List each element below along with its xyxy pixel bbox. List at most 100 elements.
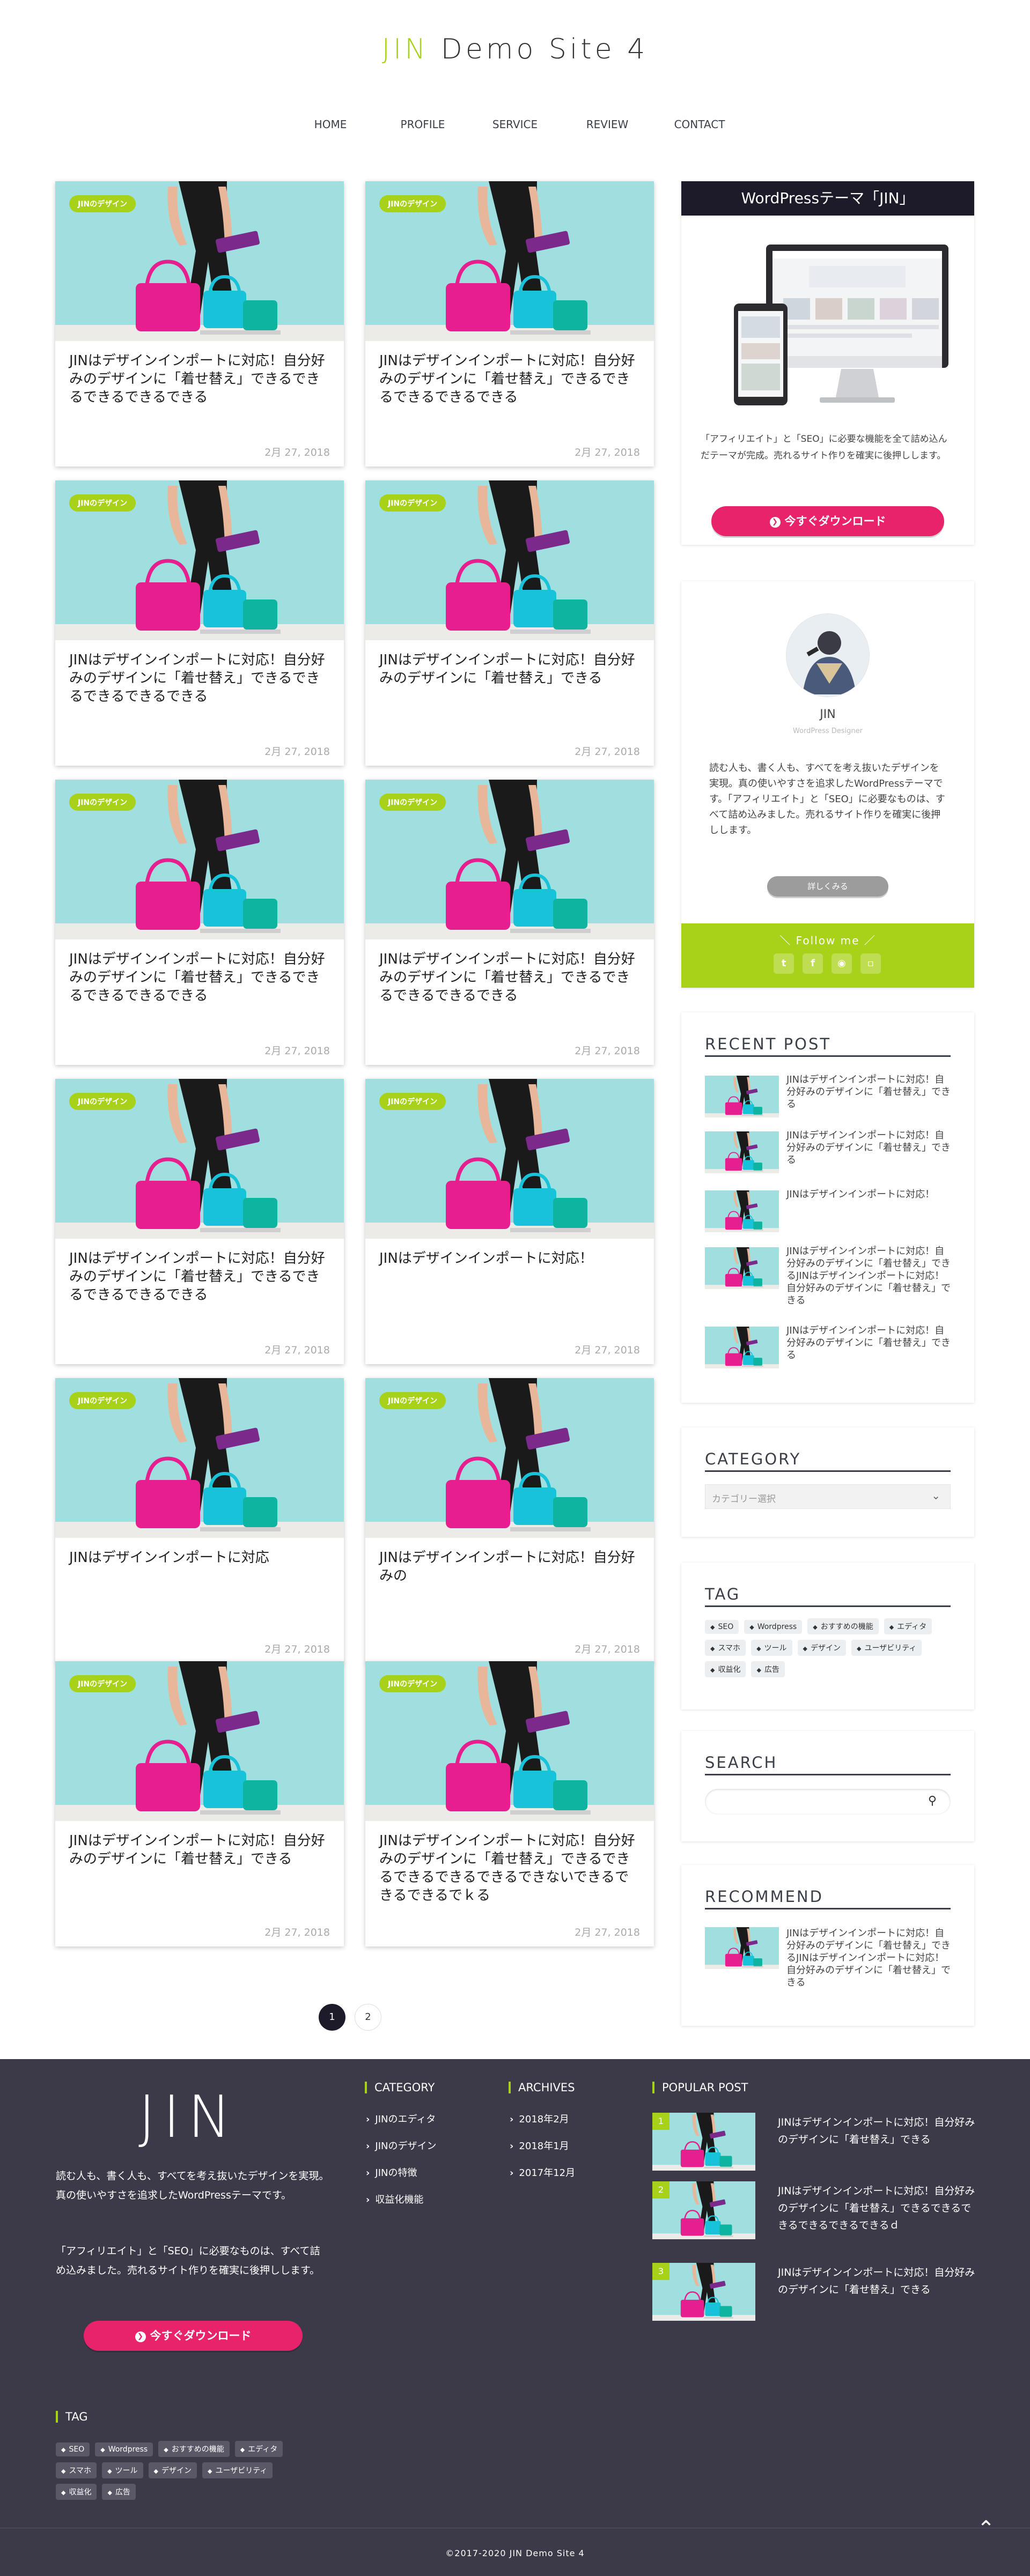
popular-thumbnail[interactable]: 2: [652, 2181, 755, 2239]
recent-thumbnail[interactable]: [705, 1327, 779, 1368]
search-icon[interactable]: ⚲: [928, 1794, 937, 1808]
popular-title[interactable]: JINはデザインインポートに対応！自分好みのデザインに「着せ替え」できるできるで…: [778, 2182, 976, 2234]
post-card[interactable]: JINのデザイン JINはデザインインポートに対応！自分好みのデザインに「着せ替え…: [365, 480, 654, 766]
post-title[interactable]: JINはデザインインポートに対応！自分好みのデザインに「着せ替え」できるできるで…: [69, 352, 330, 406]
footer-tag-link[interactable]: おすすめの機能: [158, 2441, 230, 2457]
promo-download-button[interactable]: ❯ 今すぐダウンロード: [711, 506, 944, 536]
footer-archive-link[interactable]: 2017年12月: [510, 2165, 575, 2179]
nav-contact[interactable]: CONTACT: [653, 118, 746, 131]
post-card[interactable]: JINのデザイン JINはデザインインポートに対応！自分好みの 2月 27, 201…: [365, 1378, 654, 1663]
post-title[interactable]: JINはデザインインポートに対応！自分好みの: [379, 1549, 640, 1585]
tag-link[interactable]: おすすめの機能: [807, 1618, 879, 1634]
tag-link[interactable]: ユーザビリティ: [851, 1640, 922, 1656]
instagram-icon[interactable]: ◉: [832, 953, 852, 974]
popular-title[interactable]: JINはデザインインポートに対応！自分好みのデザインに「着せ替え」できる: [778, 2264, 976, 2298]
tag-link[interactable]: 収益化: [705, 1661, 746, 1677]
tag-link[interactable]: SEO: [705, 1620, 739, 1634]
nav-profile[interactable]: PROFILE: [377, 118, 469, 131]
recent-title[interactable]: JINはデザインインポートに対応！自分好みのデザインに「着せ替え」できる: [786, 1129, 951, 1166]
category-badge[interactable]: JINのデザイン: [379, 1093, 446, 1110]
post-title[interactable]: JINはデザインインポートに対応！自分好みのデザインに「着せ替え」できるできるで…: [69, 1249, 330, 1304]
post-title[interactable]: JINはデザインインポートに対応！自分好みのデザインに「着せ替え」できるできるで…: [379, 950, 640, 1005]
nav-service[interactable]: SERVICE: [469, 118, 561, 131]
recommend-thumbnail[interactable]: [704, 1927, 780, 1969]
footer-archive-link[interactable]: 2018年1月: [510, 2138, 569, 2152]
twitter-icon[interactable]: t: [774, 953, 794, 974]
footer-tag-link[interactable]: ツール: [102, 2462, 143, 2478]
recent-title[interactable]: JINはデザインインポートに対応！自分好みのデザインに「着せ替え」できるJINは…: [786, 1245, 951, 1307]
footer-tag-link[interactable]: エディタ: [234, 2441, 283, 2457]
recent-thumbnail[interactable]: [705, 1190, 779, 1232]
category-badge[interactable]: JINのデザイン: [379, 195, 446, 212]
footer-category-link[interactable]: JINのデザイン: [366, 2138, 436, 2152]
profile-more-button[interactable]: 詳しくみる: [767, 876, 888, 897]
recommend-title[interactable]: JINはデザインインポートに対応！自分好みのデザインに「着せ替え」できるJINは…: [786, 1927, 951, 1989]
footer-category-link[interactable]: JINのエディタ: [366, 2112, 436, 2126]
category-badge[interactable]: JINのデザイン: [379, 494, 446, 512]
tag-link[interactable]: 広告: [751, 1661, 785, 1677]
footer-tag-link[interactable]: 広告: [102, 2484, 136, 2500]
post-title[interactable]: JINはデザインインポートに対応: [69, 1549, 330, 1567]
tag-link[interactable]: Wordpress: [744, 1620, 803, 1634]
category-badge[interactable]: JINのデザイン: [69, 794, 136, 811]
popular-title[interactable]: JINはデザインインポートに対応！自分好みのデザインに「着せ替え」できる: [778, 2114, 976, 2148]
recent-title[interactable]: JINはデザインインポートに対応！自分好みのデザインに「着せ替え」できる: [786, 1324, 951, 1361]
category-badge[interactable]: JINのデザイン: [379, 1675, 446, 1692]
footer-tag-link[interactable]: 収益化: [56, 2484, 97, 2500]
facebook-icon[interactable]: f: [803, 953, 823, 974]
post-card[interactable]: JINのデザイン JINはデザインインポートに対応！ 2月 27, 2018: [365, 1079, 654, 1364]
nav-home[interactable]: HOME: [284, 118, 377, 131]
category-badge[interactable]: JINのデザイン: [69, 1093, 136, 1110]
back-to-top-icon[interactable]: ⌃: [974, 2517, 998, 2541]
post-title[interactable]: JINはデザインインポートに対応！自分好みのデザインに「着せ替え」できる: [69, 1832, 330, 1868]
category-badge[interactable]: JINのデザイン: [379, 794, 446, 811]
tag-link[interactable]: スマホ: [705, 1640, 746, 1656]
page-2[interactable]: 2: [355, 2004, 381, 2031]
popular-thumbnail[interactable]: 3: [652, 2263, 755, 2321]
footer-tag-link[interactable]: ユーザビリティ: [202, 2462, 273, 2478]
post-card[interactable]: JINのデザイン JINはデザインインポートに対応！自分好みのデザインに「着せ替え…: [365, 780, 654, 1065]
post-title[interactable]: JINはデザインインポートに対応！自分好みのデザインに「着せ替え」できるできるで…: [69, 651, 330, 706]
recent-title[interactable]: JINはデザインインポートに対応！自分好みのデザインに「着せ替え」できる: [786, 1074, 951, 1111]
recent-thumbnail[interactable]: [705, 1076, 779, 1117]
post-card[interactable]: JINのデザイン JINはデザインインポートに対応！自分好みのデザインに「着せ替え…: [365, 1661, 654, 1946]
recent-thumbnail[interactable]: [705, 1247, 779, 1289]
tag-link[interactable]: ツール: [751, 1640, 792, 1656]
line-icon[interactable]: ▫: [860, 953, 881, 974]
post-title[interactable]: JINはデザインインポートに対応！: [379, 1249, 640, 1268]
post-card[interactable]: JINのデザイン JINはデザインインポートに対応！自分好みのデザインに「着せ替え…: [55, 480, 344, 766]
footer-tag-link[interactable]: Wordpress: [95, 2442, 153, 2456]
tag-link[interactable]: デザイン: [797, 1640, 846, 1656]
recent-thumbnail[interactable]: [705, 1131, 779, 1173]
post-title[interactable]: JINはデザインインポートに対応！自分好みのデザインに「着せ替え」できるできるで…: [379, 352, 640, 406]
footer-tag-link[interactable]: デザイン: [148, 2462, 197, 2478]
category-badge[interactable]: JINのデザイン: [379, 1392, 446, 1409]
post-card[interactable]: JINのデザイン JINはデザインインポートに対応！自分好みのデザインに「着せ替え…: [55, 1661, 344, 1946]
post-title[interactable]: JINはデザインインポートに対応！自分好みのデザインに「着せ替え」できるできるで…: [69, 950, 330, 1005]
category-badge[interactable]: JINのデザイン: [69, 1675, 136, 1692]
category-badge[interactable]: JINのデザイン: [69, 195, 136, 212]
post-card[interactable]: JINのデザイン JINはデザインインポートに対応！自分好みのデザインに「着せ替え…: [55, 780, 344, 1065]
footer-tag-link[interactable]: SEO: [56, 2442, 90, 2456]
footer-logo[interactable]: JIN: [138, 2088, 239, 2147]
tag-link[interactable]: エディタ: [884, 1618, 932, 1634]
post-card[interactable]: JINのデザイン JINはデザインインポートに対応 2月 27, 2018: [55, 1378, 344, 1663]
footer-tag-link[interactable]: スマホ: [56, 2462, 97, 2478]
popular-thumbnail[interactable]: 1: [652, 2113, 755, 2171]
footer-download-button[interactable]: ❯ 今すぐダウンロード: [84, 2321, 303, 2351]
category-select[interactable]: カテゴリー選択 ⌄: [705, 1484, 951, 1509]
post-card[interactable]: JINのデザイン JINはデザインインポートに対応！自分好みのデザインに「着せ替え…: [55, 1079, 344, 1364]
page-1[interactable]: 1: [319, 2004, 345, 2031]
post-title[interactable]: JINはデザインインポートに対応！自分好みのデザインに「着せ替え」できる: [379, 651, 640, 687]
footer-archive-link[interactable]: 2018年2月: [510, 2112, 569, 2126]
post-title[interactable]: JINはデザインインポートに対応！自分好みのデザインに「着せ替え」できるできるで…: [379, 1832, 640, 1905]
category-badge[interactable]: JINのデザイン: [69, 494, 136, 512]
post-card[interactable]: JINのデザイン JINはデザインインポートに対応！自分好みのデザインに「着せ替え…: [365, 181, 654, 467]
site-title[interactable]: JIN Demo Site 4: [0, 33, 1030, 65]
nav-review[interactable]: REVIEW: [561, 118, 653, 131]
post-card[interactable]: JINのデザイン JINはデザインインポートに対応！自分好みのデザインに「着せ替え…: [55, 181, 344, 467]
search-input[interactable]: ⚲: [705, 1789, 951, 1815]
recent-title[interactable]: JINはデザインインポートに対応！: [786, 1188, 951, 1201]
footer-category-link[interactable]: 収益化機能: [366, 2192, 423, 2206]
footer-category-link[interactable]: JINの特徴: [366, 2165, 417, 2179]
